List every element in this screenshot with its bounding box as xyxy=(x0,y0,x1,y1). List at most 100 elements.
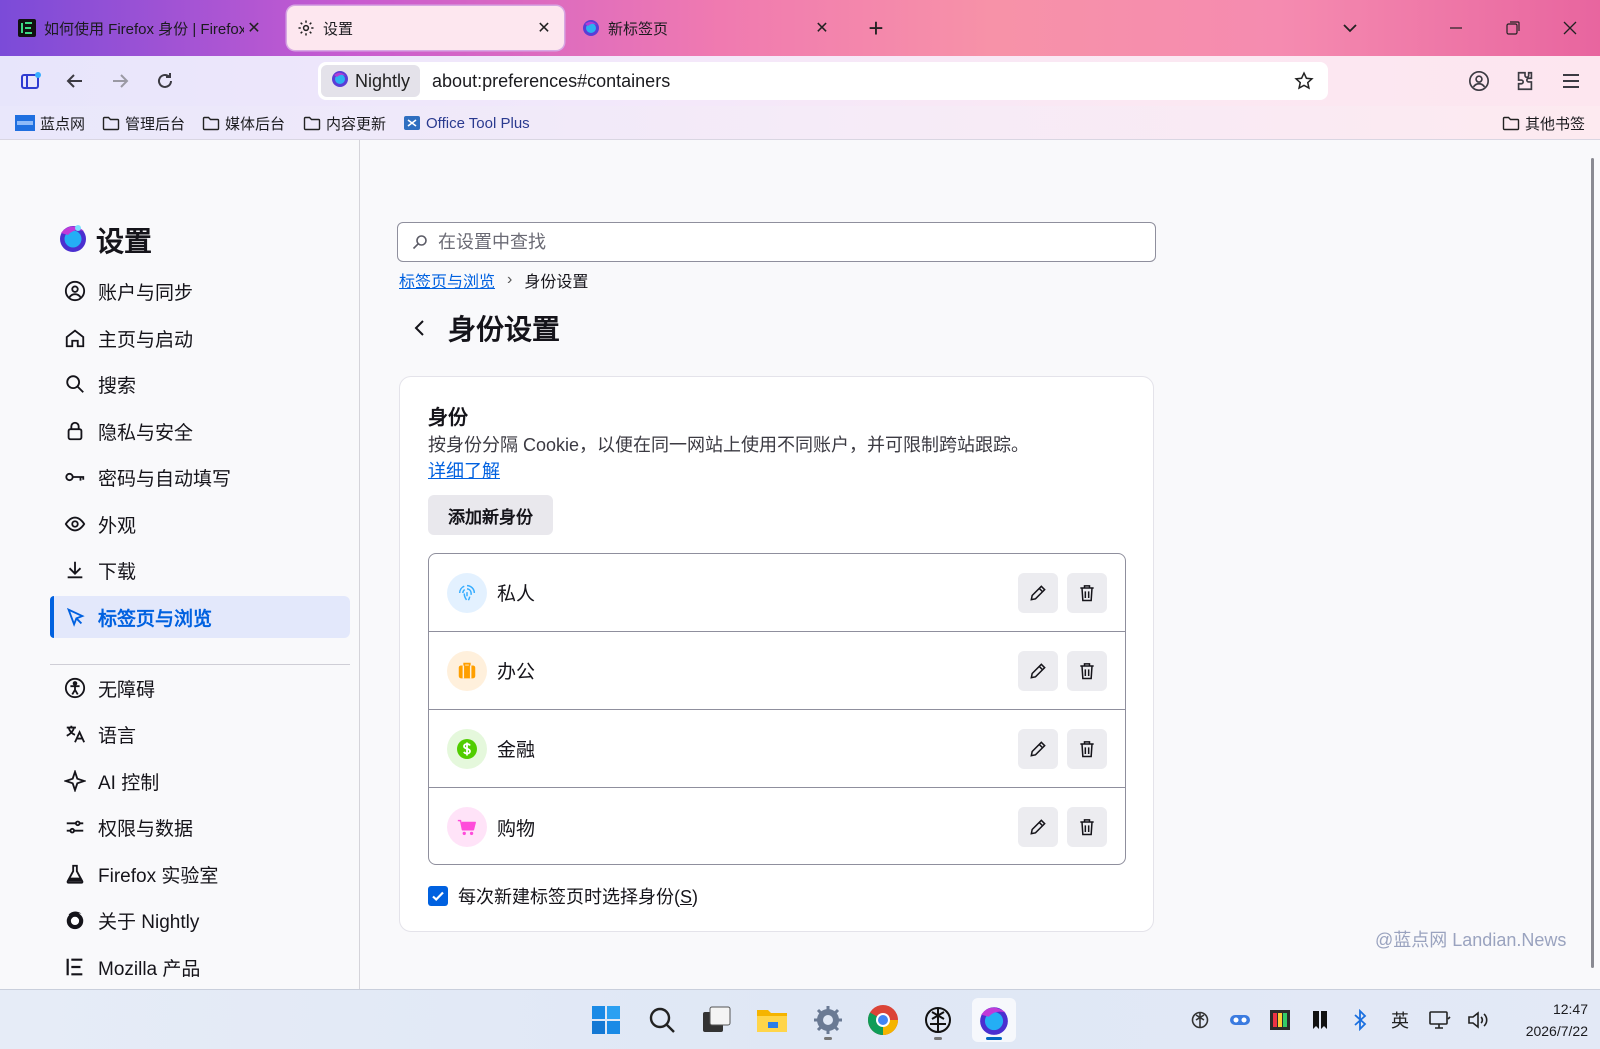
url-bar[interactable]: Nightly about:preferences#containers xyxy=(318,62,1328,100)
choose-container-checkbox[interactable] xyxy=(428,886,448,906)
tab-firefox-help[interactable]: 如何使用 Firefox 身份 | Firefox ✕ xyxy=(8,6,274,50)
preferences-page: 设置 账户与同步 主页与启动 搜索 隐私与安全 密码与自动填写 外观 下载 标签… xyxy=(0,140,1600,989)
bookmark-tray-icon[interactable] xyxy=(1308,1008,1332,1032)
category-mozilla-products[interactable]: Mozilla 产品 xyxy=(50,946,350,988)
category-search[interactable]: 搜索 xyxy=(50,363,350,405)
back-icon[interactable] xyxy=(60,66,90,96)
tab-settings[interactable]: 设置 ✕ xyxy=(287,6,564,50)
close-tab-icon[interactable]: ✕ xyxy=(534,18,554,38)
category-downloads[interactable]: 下载 xyxy=(50,549,350,591)
reload-icon[interactable] xyxy=(150,66,180,96)
forward-icon[interactable] xyxy=(105,66,135,96)
bluetooth-icon[interactable] xyxy=(1348,1008,1372,1032)
sidebar-toggle-icon[interactable] xyxy=(16,66,46,96)
edit-container-button[interactable] xyxy=(1018,728,1058,769)
category-accessibility[interactable]: 无障碍 xyxy=(50,667,350,709)
tab-new-tab[interactable]: 新标签页 ✕ xyxy=(572,6,842,50)
trash-icon xyxy=(1080,740,1094,757)
bookmark-office-tool-plus[interactable]: Office Tool Plus xyxy=(403,112,530,134)
page-title: 身份设置 xyxy=(448,314,561,345)
vpn-tray-icon[interactable] xyxy=(1228,1008,1252,1032)
mozilla-favicon xyxy=(18,19,36,37)
category-appearance[interactable]: 外观 xyxy=(50,503,350,545)
delete-container-button[interactable] xyxy=(1067,650,1107,691)
breadcrumb-link-tabs-browsing[interactable]: 标签页与浏览 xyxy=(399,268,495,292)
close-tab-icon[interactable]: ✕ xyxy=(812,18,832,38)
task-view-icon[interactable] xyxy=(695,998,739,1042)
account-icon xyxy=(64,280,86,302)
choose-container-checkbox-row[interactable]: 每次新建标签页时选择身份(S) xyxy=(428,883,698,909)
identity-box[interactable]: Nightly xyxy=(321,65,421,97)
nightly-taskbar-icon[interactable] xyxy=(972,998,1016,1042)
extensions-icon[interactable] xyxy=(1510,66,1540,96)
category-sync[interactable]: 账户与同步 xyxy=(50,270,350,312)
category-language[interactable]: 语言 xyxy=(50,713,350,755)
close-window-icon[interactable] xyxy=(1556,14,1584,42)
container-row-personal: 私人 xyxy=(429,554,1125,632)
container-name: 私人 xyxy=(497,584,536,605)
category-label: 关于 Nightly xyxy=(98,911,200,933)
edit-container-button[interactable] xyxy=(1018,650,1058,691)
new-tab-button[interactable]: + xyxy=(862,13,890,43)
delete-container-button[interactable] xyxy=(1067,728,1107,769)
category-label: 账户与同步 xyxy=(98,282,194,304)
bookmark-folder-media[interactable]: 媒体后台 xyxy=(202,112,285,134)
restore-icon[interactable] xyxy=(1499,14,1527,42)
category-passwords[interactable]: 密码与自动填写 xyxy=(50,456,350,498)
bookmark-folder-admin[interactable]: 管理后台 xyxy=(102,112,185,134)
category-about-nightly[interactable]: 关于 Nightly xyxy=(50,899,350,941)
bookmark-landian[interactable]: 蓝点网 xyxy=(15,112,85,134)
chatgpt-icon[interactable] xyxy=(916,998,960,1042)
close-tab-icon[interactable]: ✕ xyxy=(244,18,264,38)
minimize-icon[interactable] xyxy=(1442,14,1470,42)
settings-search-input[interactable] xyxy=(438,231,1118,253)
category-label: 无障碍 xyxy=(98,679,156,701)
category-permissions-data[interactable]: 权限与数据 xyxy=(50,806,350,848)
category-firefox-labs[interactable]: Firefox 实验室 xyxy=(50,853,350,895)
category-home[interactable]: 主页与启动 xyxy=(50,317,350,359)
checkbox-label[interactable]: 每次新建标签页时选择身份(S) xyxy=(458,883,698,909)
settings-app-icon[interactable] xyxy=(806,998,850,1042)
bookmark-star-icon[interactable] xyxy=(1290,67,1318,95)
delete-container-button[interactable] xyxy=(1067,807,1107,847)
cursor-icon xyxy=(64,606,86,628)
network-icon[interactable] xyxy=(1428,1008,1452,1032)
navigation-toolbar: Nightly about:preferences#containers xyxy=(0,56,1600,106)
system-clock[interactable]: 12:47 2026/7/22 xyxy=(1498,998,1588,1042)
bookmarks-toolbar: 蓝点网 管理后台 媒体后台 内容更新 Office Tool Plus 其他书签 xyxy=(0,106,1600,140)
category-privacy[interactable]: 隐私与安全 xyxy=(50,410,350,452)
add-container-button[interactable]: 添加新身份 xyxy=(428,495,553,535)
category-ai-controls[interactable]: AI 控制 xyxy=(50,760,350,802)
chatgpt-tray-icon[interactable] xyxy=(1188,1008,1212,1032)
card-title: 身份 xyxy=(428,407,468,429)
bookmark-folder-content[interactable]: 内容更新 xyxy=(303,112,386,134)
delete-container-button[interactable] xyxy=(1067,572,1107,613)
ime-indicator[interactable]: 英 xyxy=(1388,1008,1412,1032)
url-text[interactable]: about:preferences#containers xyxy=(432,71,1290,92)
key-icon xyxy=(64,466,86,488)
start-button[interactable] xyxy=(584,998,628,1042)
edit-container-button[interactable] xyxy=(1018,572,1058,613)
tab-label: 新标签页 xyxy=(608,20,669,38)
running-indicator xyxy=(986,1037,1002,1040)
taskbar-search-icon[interactable] xyxy=(640,998,684,1042)
back-button[interactable] xyxy=(408,313,432,343)
volume-icon[interactable] xyxy=(1466,1008,1490,1032)
app-tray-icon[interactable] xyxy=(1268,1008,1292,1032)
file-explorer-icon[interactable] xyxy=(750,998,794,1042)
bookmark-other[interactable]: 其他书签 xyxy=(1502,112,1585,134)
category-label: 标签页与浏览 xyxy=(98,608,213,630)
learn-more-link[interactable]: 详细了解 xyxy=(428,457,500,483)
page-scrollbar[interactable] xyxy=(1591,158,1594,968)
account-icon[interactable] xyxy=(1464,66,1494,96)
pencil-icon xyxy=(1030,662,1046,679)
edit-container-button[interactable] xyxy=(1018,807,1058,847)
list-all-tabs-icon[interactable] xyxy=(1336,14,1364,42)
menu-icon[interactable] xyxy=(1556,66,1586,96)
category-tabs-browsing[interactable]: 标签页与浏览 xyxy=(50,596,350,638)
settings-search-box[interactable] xyxy=(397,222,1156,262)
page-header: 身份设置 xyxy=(408,308,560,348)
chrome-icon[interactable] xyxy=(861,998,905,1042)
cart-icon xyxy=(447,807,487,847)
identity-label: Nightly xyxy=(355,70,411,91)
